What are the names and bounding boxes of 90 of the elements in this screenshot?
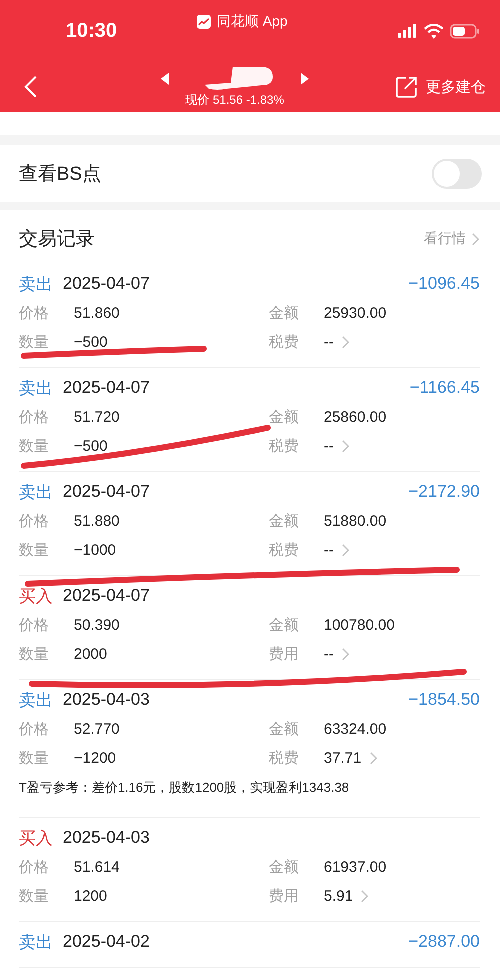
field-label: 税费 xyxy=(269,541,300,560)
field-label: 数量 xyxy=(19,541,50,560)
signal-icon xyxy=(398,24,418,38)
trade-side: 卖出 xyxy=(19,378,53,400)
field-label: 费用 xyxy=(269,887,300,906)
amount-value: 61937.00 xyxy=(324,859,388,876)
field-label: 税费 xyxy=(269,749,300,768)
field-label: 价格 xyxy=(19,512,50,531)
amount-value: 25860.00 xyxy=(324,409,388,426)
price-value: 51.614 xyxy=(74,859,121,876)
price-value: 50.390 xyxy=(74,617,121,634)
price-value: 52.770 xyxy=(74,721,121,738)
share-icon[interactable] xyxy=(396,76,418,98)
trade-side: 买入 xyxy=(19,586,53,608)
fee-value[interactable]: 5.91 xyxy=(324,888,354,905)
status-time: 10:30 xyxy=(66,20,118,42)
fee-value[interactable]: 37.71 xyxy=(324,750,362,767)
profit-note: T盈亏参考：差价1.16元，股数1200股，实现盈利1343.38 xyxy=(19,779,350,797)
toggle-switch[interactable] xyxy=(432,158,482,188)
quantity-value: −500 xyxy=(74,438,109,455)
chevron-icon[interactable] xyxy=(342,648,350,661)
field-label: 价格 xyxy=(19,858,50,877)
current-price: 现价 51.56 -1.83% xyxy=(186,92,284,108)
trade-date: 2025-04-07 xyxy=(63,586,150,606)
trade-date: 2025-04-03 xyxy=(63,690,150,710)
quantity-value: −1200 xyxy=(74,750,118,767)
field-label: 金额 xyxy=(269,304,300,323)
fee-value[interactable]: -- xyxy=(324,646,334,663)
chevron-icon[interactable] xyxy=(472,232,480,246)
chevron-icon[interactable] xyxy=(370,752,378,765)
bs-points-label: 查看BS点 xyxy=(19,162,102,186)
quantity-value: −500 xyxy=(74,334,109,351)
next-icon[interactable] xyxy=(301,72,309,84)
trade-profit: −2887.00 xyxy=(408,932,480,952)
price-value: 51.860 xyxy=(74,305,121,322)
chart-app-icon xyxy=(196,14,212,30)
trade-profit: −1096.45 xyxy=(408,274,480,294)
section-title: 交易记录 xyxy=(19,228,96,252)
chevron-icon[interactable] xyxy=(342,336,350,349)
field-label: 价格 xyxy=(19,304,50,323)
trade-side: 买入 xyxy=(19,828,53,850)
trade-side: 卖出 xyxy=(19,932,53,954)
back-icon[interactable] xyxy=(24,75,38,99)
fee-value[interactable]: -- xyxy=(324,438,334,455)
quantity-value: 2000 xyxy=(74,646,108,663)
amount-value: 51880.00 xyxy=(324,513,388,530)
fee-value[interactable]: -- xyxy=(324,542,334,559)
trade-date: 2025-04-07 xyxy=(63,274,150,294)
previous-icon[interactable] xyxy=(161,72,169,84)
trade-side: 卖出 xyxy=(19,690,53,712)
field-label: 数量 xyxy=(19,749,50,768)
trade-date: 2025-04-03 xyxy=(63,828,150,848)
trade-side: 卖出 xyxy=(19,274,53,296)
trade-date: 2025-04-07 xyxy=(63,378,150,398)
field-label: 费用 xyxy=(269,645,300,664)
back-app-label[interactable]: 同花顺 App xyxy=(217,13,288,31)
field-label: 数量 xyxy=(19,645,50,664)
chevron-icon[interactable] xyxy=(361,890,370,903)
field-label: 价格 xyxy=(19,408,50,427)
trade-side: 卖出 xyxy=(19,482,53,504)
amount-value: 25930.00 xyxy=(324,305,388,322)
quantity-value: −1000 xyxy=(74,542,118,559)
field-label: 税费 xyxy=(269,437,300,456)
trade-date: 2025-04-07 xyxy=(63,482,150,502)
price-value: 51.720 xyxy=(74,409,121,426)
trade-profit: −1854.50 xyxy=(408,690,480,710)
price-value: 51.880 xyxy=(74,513,121,530)
more-position-link[interactable]: 更多建仓 xyxy=(426,78,486,96)
field-label: 金额 xyxy=(269,408,300,427)
field-label: 数量 xyxy=(19,333,50,352)
chevron-icon[interactable] xyxy=(342,440,350,453)
trade-profit: −1166.45 xyxy=(410,378,480,398)
field-label: 价格 xyxy=(19,616,50,635)
field-label: 金额 xyxy=(269,616,300,635)
quantity-value: 1200 xyxy=(74,888,108,905)
field-label: 税费 xyxy=(269,333,300,352)
trade-profit: −2172.90 xyxy=(408,482,480,502)
chevron-icon[interactable] xyxy=(342,544,350,557)
wifi-icon xyxy=(424,24,444,38)
field-label: 价格 xyxy=(19,720,50,739)
fee-value[interactable]: -- xyxy=(324,334,334,351)
field-label: 数量 xyxy=(19,437,50,456)
field-label: 数量 xyxy=(19,887,50,906)
battery-icon xyxy=(450,24,480,38)
amount-value: 100780.00 xyxy=(324,617,396,634)
field-label: 金额 xyxy=(269,858,300,877)
amount-value: 63324.00 xyxy=(324,721,388,738)
field-label: 金额 xyxy=(269,512,300,531)
field-label: 金额 xyxy=(269,720,300,739)
trade-date: 2025-04-02 xyxy=(63,932,150,952)
